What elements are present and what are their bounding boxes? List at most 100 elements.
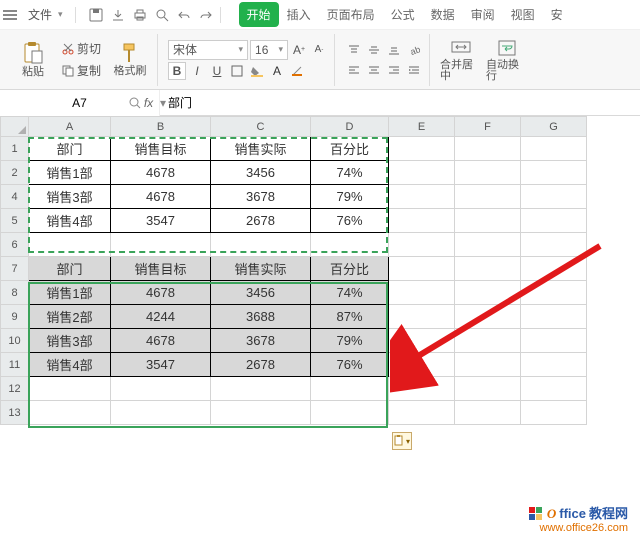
cell[interactable] [389,209,455,233]
cut-button[interactable]: 剪切 [58,39,105,59]
cell[interactable]: 销售目标 [111,137,211,161]
export-icon[interactable] [110,7,126,23]
cell[interactable]: 4244 [111,305,211,329]
save-icon[interactable] [88,7,104,23]
font-color-button[interactable]: A [268,62,286,80]
tab-review[interactable]: 审阅 [463,2,503,27]
row-header[interactable]: 6 [1,233,29,257]
bold-button[interactable]: B [168,62,186,80]
tab-data[interactable]: 数据 [423,2,463,27]
cell[interactable]: 3547 [111,353,211,377]
cell[interactable] [521,281,587,305]
cell[interactable] [455,185,521,209]
cell[interactable]: 79% [311,185,389,209]
tab-view[interactable]: 视图 [503,2,543,27]
cell[interactable]: 4678 [111,329,211,353]
cell[interactable]: 74% [311,281,389,305]
align-right-icon[interactable] [385,61,403,79]
tab-formula[interactable]: 公式 [383,2,423,27]
decrease-font-icon[interactable]: A- [310,41,328,59]
cell[interactable] [389,329,455,353]
cell[interactable]: 销售1部 [29,281,111,305]
cell[interactable] [211,401,311,425]
cell[interactable]: 79% [311,329,389,353]
cell[interactable] [455,137,521,161]
cell[interactable]: 2678 [211,209,311,233]
cell[interactable] [455,233,521,257]
increase-font-icon[interactable]: A+ [290,41,308,59]
cell[interactable] [311,377,389,401]
cell[interactable]: 3456 [211,281,311,305]
cell[interactable] [521,161,587,185]
cell[interactable] [455,329,521,353]
cell[interactable]: 76% [311,209,389,233]
paste-options-icon[interactable] [392,432,412,450]
cell[interactable]: 销售4部 [29,209,111,233]
cell[interactable] [211,233,311,257]
cell[interactable] [455,281,521,305]
cell[interactable] [521,377,587,401]
border-button[interactable] [228,62,246,80]
cell[interactable] [521,305,587,329]
cell[interactable]: 销售3部 [29,329,111,353]
paste-button[interactable]: 粘贴 [12,36,54,84]
row-header[interactable]: 5 [1,209,29,233]
cell[interactable]: 74% [311,161,389,185]
row-header[interactable]: 1 [1,137,29,161]
row-header[interactable]: 12 [1,377,29,401]
cell[interactable] [521,185,587,209]
col-header[interactable]: D [311,117,389,137]
formula-value[interactable]: 部门 [162,94,640,111]
cell[interactable] [311,233,389,257]
cell[interactable]: 4678 [111,281,211,305]
cell[interactable]: 销售3部 [29,185,111,209]
cell[interactable] [389,137,455,161]
fx-button[interactable]: fx [120,96,162,110]
col-header[interactable]: A [29,117,111,137]
clear-format-button[interactable] [288,62,306,80]
cell[interactable] [521,137,587,161]
col-header[interactable]: C [211,117,311,137]
cell[interactable] [521,329,587,353]
wrap-text-button[interactable]: 自动换行 [486,36,528,84]
cell[interactable]: 销售实际 [211,137,311,161]
format-painter-button[interactable]: 格式刷 [109,36,151,84]
cell[interactable]: 4678 [111,185,211,209]
cell[interactable] [521,233,587,257]
cell[interactable]: 销售1部 [29,161,111,185]
undo-icon[interactable] [176,7,192,23]
cell[interactable]: 3688 [211,305,311,329]
cell[interactable] [29,233,111,257]
cell[interactable] [455,377,521,401]
row-header[interactable]: 11 [1,353,29,377]
cell[interactable]: 3456 [211,161,311,185]
col-header[interactable]: E [389,117,455,137]
cell[interactable]: 销售目标 [111,257,211,281]
cell[interactable]: 百分比 [311,257,389,281]
cell[interactable] [521,401,587,425]
row-header[interactable]: 13 [1,401,29,425]
col-header[interactable]: B [111,117,211,137]
cell[interactable] [521,353,587,377]
row-header[interactable]: 4 [1,185,29,209]
tab-start[interactable]: 开始 [239,2,279,27]
align-center-icon[interactable] [365,61,383,79]
cell[interactable]: 3547 [111,209,211,233]
print-icon[interactable] [132,7,148,23]
cell[interactable] [111,377,211,401]
cell[interactable]: 销售实际 [211,257,311,281]
tab-insert[interactable]: 插入 [279,2,319,27]
cell[interactable] [455,161,521,185]
cell[interactable]: 部门 [29,137,111,161]
cell[interactable] [389,161,455,185]
cell[interactable] [311,401,389,425]
row-header[interactable]: 2 [1,161,29,185]
fill-color-button[interactable] [248,62,266,80]
cell[interactable]: 销售4部 [29,353,111,377]
italic-button[interactable]: I [188,62,206,80]
cell[interactable] [389,257,455,281]
cell[interactable] [455,305,521,329]
name-box[interactable]: ▾ [0,90,120,116]
redo-icon[interactable] [198,7,214,23]
row-header[interactable]: 7 [1,257,29,281]
